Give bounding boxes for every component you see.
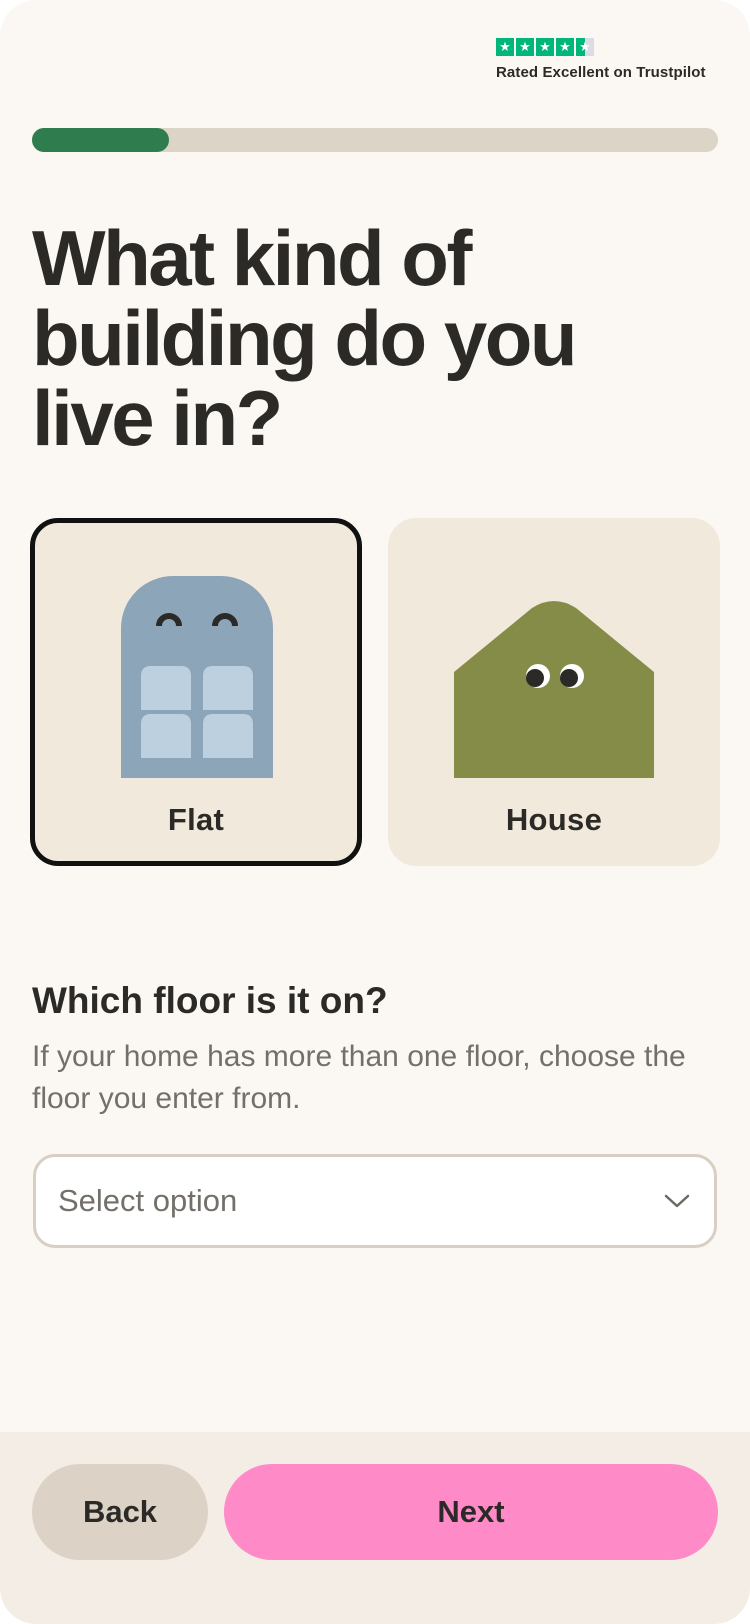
page-title: What kind of building do you live in? [32,214,578,462]
floor-help-text: If your home has more than one floor, ch… [32,1040,686,1115]
floor-select-placeholder: Select option [58,1183,238,1218]
option-card-house[interactable]: House [388,518,720,866]
star-icon: ★ [516,38,534,56]
trustpilot-stars: ★ ★ ★ ★ ★ [496,38,716,56]
option-label-flat: Flat [167,802,225,837]
chevron-down-icon [662,1186,692,1216]
flat-building-icon [121,576,273,783]
option-label-house: House [505,802,603,837]
star-icon: ★ [496,38,514,56]
next-button[interactable]: Next [224,1464,718,1560]
house-icon [454,600,654,783]
half-star-icon: ★ [576,38,594,56]
trustpilot-badge[interactable]: ★ ★ ★ ★ ★ Rated Excellent on Trustpilot [496,38,716,81]
star-icon: ★ [556,38,574,56]
progress-bar [32,128,718,152]
screen: ★ ★ ★ ★ ★ Rated Excellent on Trustpilot … [0,0,750,1624]
trustpilot-rating-text: Rated Excellent on Trustpilot [496,64,706,81]
back-button[interactable]: Back [32,1464,208,1560]
star-icon: ★ [536,38,554,56]
progress-bar-fill [32,128,170,152]
floor-question-heading: Which floor is it on? [32,980,388,1021]
option-card-flat[interactable]: Flat [30,518,362,866]
floor-select[interactable]: Select option [33,1154,717,1248]
